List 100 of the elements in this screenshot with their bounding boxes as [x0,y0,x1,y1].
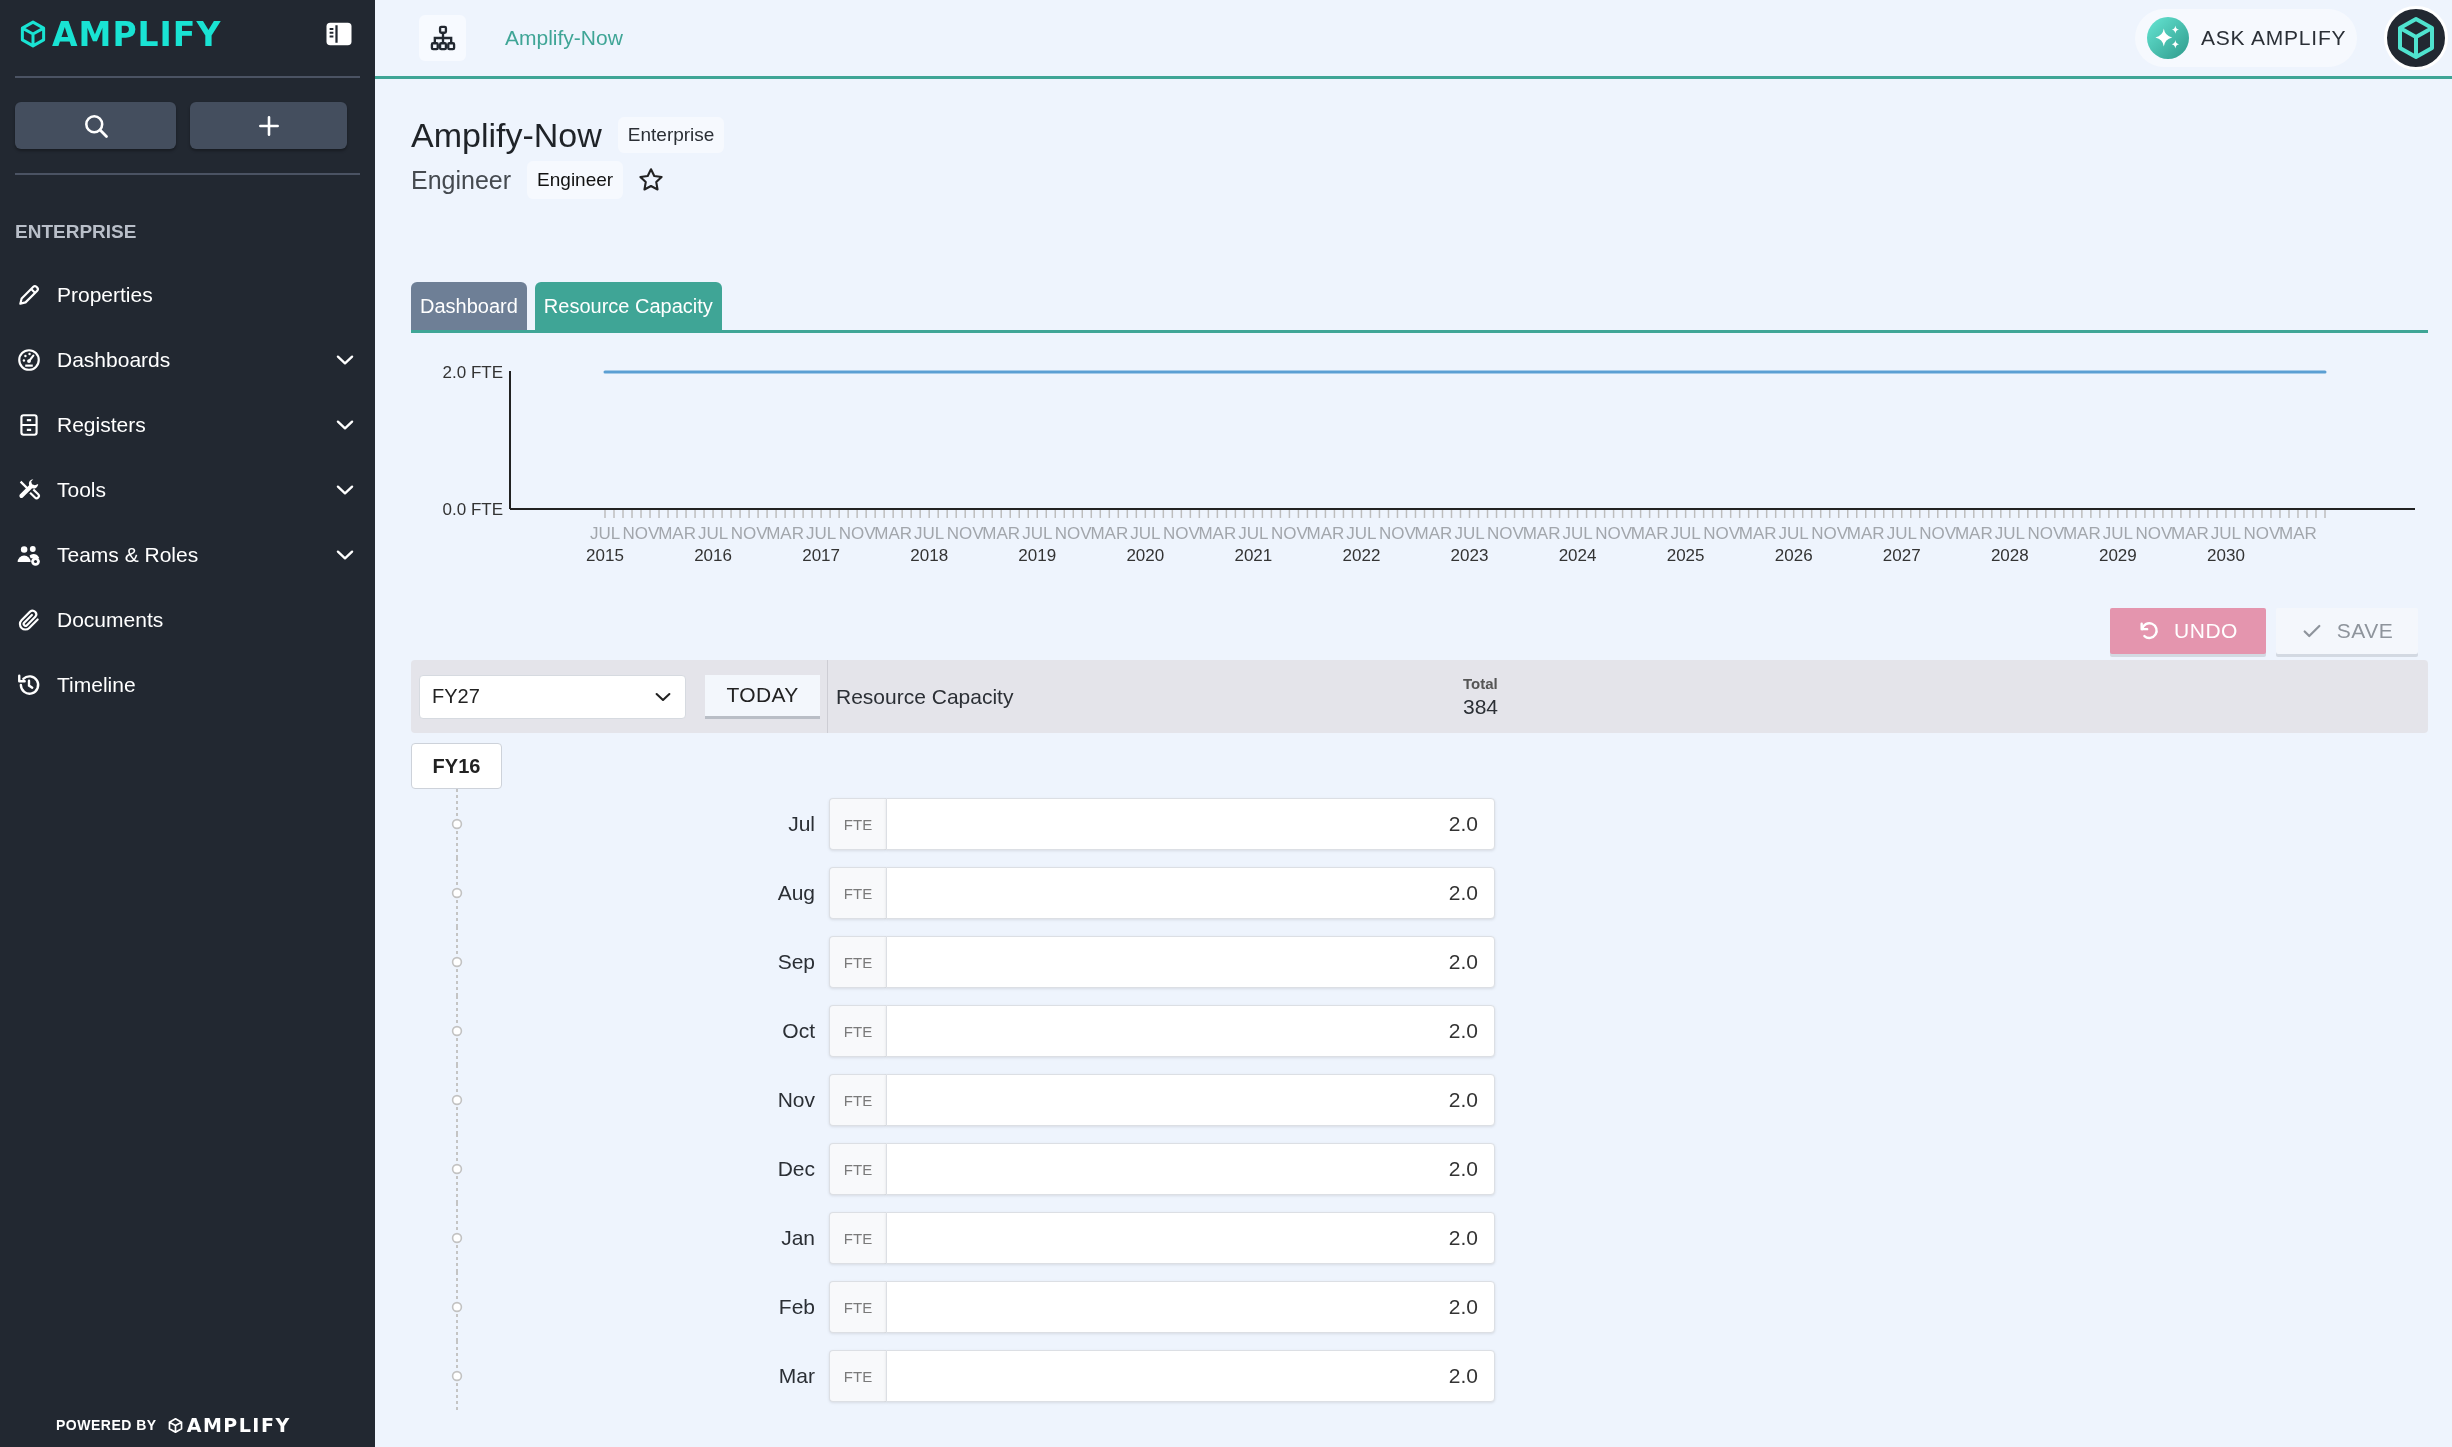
fte-input[interactable]: 2.0 [886,867,1495,919]
powered-by-text: POWERED BY [56,1417,157,1433]
axis-tick-label: JUL [1022,524,1053,543]
history-icon [16,672,42,698]
fte-input[interactable]: 2.0 [886,1350,1495,1402]
axis-tick-label: JUL [806,524,837,543]
month-label: Oct [782,1019,815,1043]
fte-input[interactable]: 2.0 [886,1212,1495,1264]
fte-input[interactable]: 2.0 [886,1074,1495,1126]
type-tag: Enterprise [617,117,725,153]
axis-tick-label: NOV [1919,524,1957,543]
axis-tick-label: NOV [1487,524,1524,543]
timeline-node-icon [451,1232,463,1244]
timeline-node-icon [451,1301,463,1313]
unit-addon: FTE [829,936,886,988]
axis-tick-label: NOV [1811,524,1849,543]
fte-input[interactable]: 2.0 [886,936,1495,988]
timeline-node-icon [451,1163,463,1175]
nav-item[interactable]: Properties [15,273,360,317]
total-label: Total [1463,674,1498,692]
axis-tick-label: JUL [1454,524,1485,543]
nav-item[interactable]: Registers [15,403,360,447]
axis-tick-label: JUL [1562,524,1593,543]
unit-addon: FTE [829,867,886,919]
axis-year-label: 2022 [1342,546,1381,565]
axis-tick-label: JUL [1238,524,1269,543]
nav-item[interactable]: Documents [15,598,360,642]
tab[interactable]: Dashboard [411,282,527,330]
pencil-icon [16,282,42,308]
gauge-icon [16,347,42,373]
axis-tick-label: NOV [1379,524,1416,543]
month-label: Mar [778,1364,815,1388]
month-label: Jan [781,1226,815,1250]
unit-addon: FTE [829,1074,886,1126]
axis-tick-label: NOV [1703,524,1741,543]
role-tag: Engineer [527,161,624,199]
paperclip-icon [16,607,42,633]
axis-year-label: 2019 [1018,546,1057,565]
axis-year-label: 2015 [586,546,624,565]
axis-tick-label: MAR [982,524,1021,543]
timeline-node-icon [451,887,463,899]
axis-tick-label: JUL [697,524,729,543]
axis-tick-label: JUL [589,524,621,543]
star-icon[interactable] [637,166,666,194]
nav-item[interactable]: Tools [15,468,360,512]
sparkle-icon [2147,17,2189,59]
axis-year-label: 2018 [910,546,949,565]
unit-addon: FTE [829,1005,886,1057]
month-label: Feb [778,1295,815,1319]
period-select[interactable]: FY27 [419,674,686,719]
row-label: Resource Capacity [836,684,1014,709]
axis-year-label: 2017 [802,546,841,565]
axis-year-label: 2020 [1126,546,1165,565]
undo-icon [2138,620,2161,642]
today-button[interactable]: TODAY [705,674,820,719]
cube-avatar-icon[interactable] [2384,6,2448,70]
axis-tick-label: JUL [1778,524,1809,543]
ask-assistant-button[interactable]: ASK AMPLIFY [2135,9,2357,67]
axis-year-label: 2029 [2098,546,2137,565]
page-title: Amplify-Now [411,115,602,155]
axis-tick-label: JUL [914,524,945,543]
hierarchy-button[interactable] [419,15,466,61]
axis-tick-label: JUL [1346,524,1377,543]
axis-year-label: 2027 [1882,546,1921,565]
axis-year-label: 2028 [1990,546,2029,565]
section-heading: ENTERPRISE [15,220,137,244]
unit-addon: FTE [829,1143,886,1195]
axis-tick-label: MAR [658,524,696,543]
tools-icon [16,477,42,503]
axis-year-label: 2026 [1774,546,1813,565]
unit-addon: FTE [829,798,886,850]
axis-tick-label: MAR [766,524,804,543]
axis-tick-label: MAR [2171,524,2209,543]
axis-year-label: 2023 [1450,546,1489,565]
cube-logo-icon [166,1416,184,1434]
nav-item[interactable]: Timeline [15,663,360,707]
axis-tick-label: NOV [2243,524,2281,543]
unit-addon: FTE [829,1281,886,1333]
axis-tick-label: MAR [2279,524,2317,543]
month-label: Sep [777,950,815,974]
brand-wordmark: AMPLIFY [186,1415,291,1435]
axis-tick-label: JUL [1670,524,1701,543]
nav-item[interactable]: Teams & Roles [15,533,360,577]
timeline-node-icon [451,818,463,830]
unit-addon: FTE [829,1350,886,1402]
search-button[interactable] [15,102,176,149]
timeline-node-icon [451,1370,463,1382]
fte-input[interactable]: 2.0 [886,798,1495,850]
fte-input[interactable]: 2.0 [886,1143,1495,1195]
axis-tick-label: JUL [1994,524,2025,543]
month-label: Dec [777,1157,815,1181]
axis-tick-label: JUL [1130,524,1161,543]
axis-tick-label: NOV [730,524,768,543]
fte-input[interactable]: 2.0 [886,1005,1495,1057]
axis-tick-label: NOV [838,524,876,543]
fte-input[interactable]: 2.0 [886,1281,1495,1333]
nav-item[interactable]: Dashboards [15,338,360,382]
fiscal-year-chip: FY16 [411,743,502,789]
unit-addon: FTE [829,1212,886,1264]
axis-tick-label: MAR [1090,524,1129,543]
